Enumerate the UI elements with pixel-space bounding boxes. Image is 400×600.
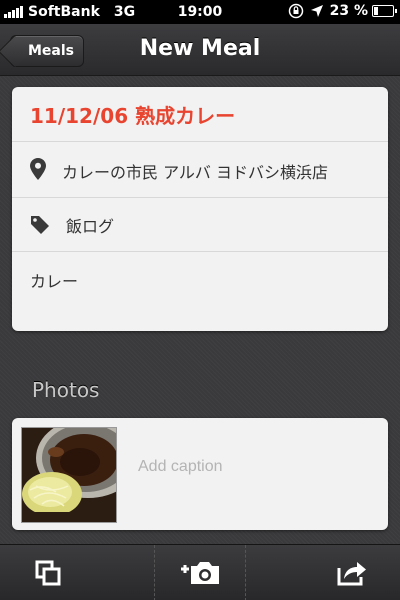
status-bar: SoftBank 3G 19:00 23 % [0, 0, 400, 24]
category-row[interactable]: カレー [12, 251, 388, 331]
bottom-toolbar [0, 544, 400, 600]
rotation-lock-icon [288, 3, 303, 19]
navigation-bar: Meals New Meal [0, 24, 400, 76]
add-photo-button[interactable] [154, 545, 246, 600]
tag-icon [31, 216, 49, 234]
battery-icon [372, 5, 397, 17]
battery-percent: 23 % [329, 3, 368, 19]
map-pin-icon [30, 158, 46, 180]
copy-icon [35, 560, 61, 586]
share-icon [337, 562, 366, 586]
meal-details-card: 11/12/06 熟成カレー カレーの市民 アルバ ヨドバシ横浜店 飯ログ カレ… [12, 87, 388, 331]
meal-title: 11/12/06 熟成カレー [30, 104, 236, 128]
photo-card [12, 418, 388, 530]
meal-photo-image [22, 428, 116, 522]
share-button[interactable] [304, 545, 400, 600]
location-row[interactable]: カレーの市民 アルバ ヨドバシ横浜店 [12, 141, 388, 197]
category-text: カレー [30, 272, 79, 291]
battery-fill [374, 7, 378, 15]
copy-button[interactable] [0, 545, 96, 600]
back-button-label: Meals [27, 43, 74, 59]
tag-text: 飯ログ [66, 217, 115, 236]
status-right: 23 % [288, 3, 397, 19]
location-arrow-icon [310, 5, 323, 17]
location-text: カレーの市民 アルバ ヨドバシ横浜店 [62, 163, 329, 182]
meal-photo-thumbnail[interactable] [21, 427, 117, 523]
photos-section-label: Photos [32, 378, 100, 402]
add-photo-icon [181, 562, 219, 584]
caption-input[interactable] [138, 458, 368, 476]
tag-row[interactable]: 飯ログ [12, 197, 388, 251]
meal-title-row[interactable]: 11/12/06 熟成カレー [12, 87, 388, 141]
